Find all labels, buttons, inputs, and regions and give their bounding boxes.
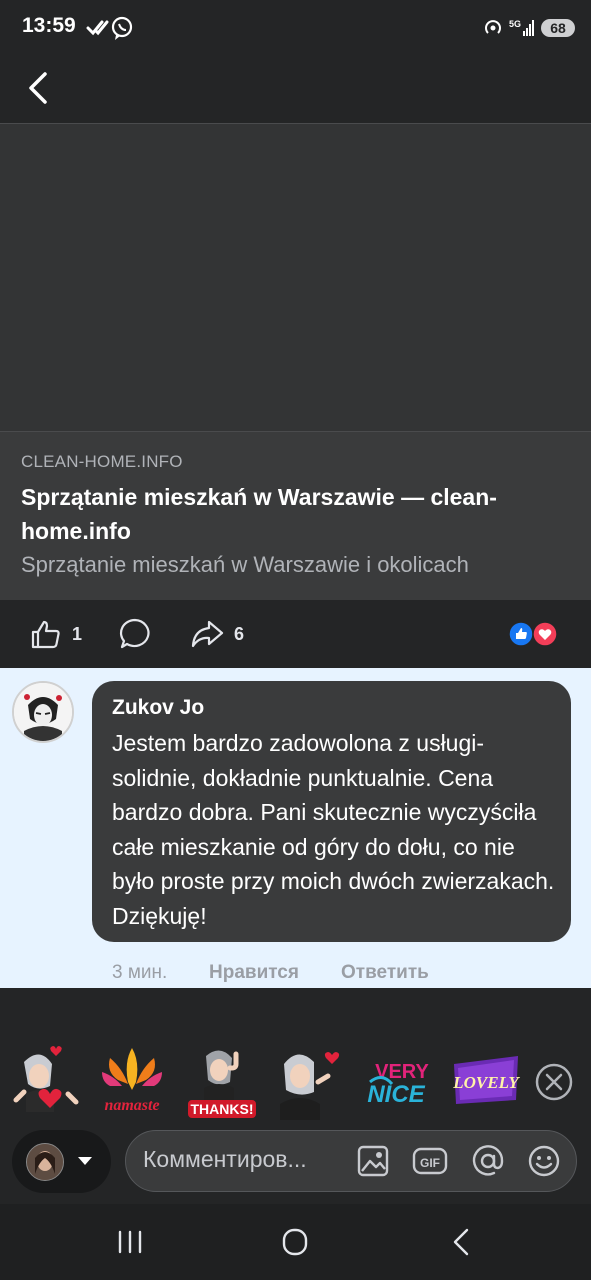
share-arrow-icon bbox=[191, 620, 224, 648]
link-domain: CLEAN-HOME.INFO bbox=[21, 452, 183, 471]
lovely-sticker[interactable]: LOVELY bbox=[450, 1042, 522, 1120]
svg-text:LOVELY: LOVELY bbox=[452, 1073, 520, 1092]
thanks-sticker[interactable]: THANKS! bbox=[186, 1042, 258, 1120]
status-time: 13:59 bbox=[22, 14, 76, 37]
hotspot-icon bbox=[485, 20, 501, 34]
commenter-avatar[interactable] bbox=[12, 681, 74, 743]
thumbs-up-icon bbox=[31, 620, 60, 649]
image-icon bbox=[357, 1145, 389, 1177]
link-title: Sprzątanie mieszkań w Warszawie — clean-… bbox=[21, 484, 497, 544]
share-button[interactable]: 6 bbox=[190, 616, 244, 652]
at-sign-icon bbox=[472, 1145, 504, 1176]
comment-timestamp: 3 мин. bbox=[112, 962, 168, 983]
comment-bubble-icon bbox=[119, 618, 150, 649]
mention-button[interactable] bbox=[470, 1142, 506, 1180]
comment-like-button[interactable]: Нравится bbox=[209, 962, 299, 984]
caret-down-icon bbox=[78, 1157, 92, 1165]
post-actions-bar bbox=[0, 600, 591, 668]
comment-input-placeholder: Комментиров... bbox=[143, 1146, 307, 1172]
link-preview-image[interactable] bbox=[0, 124, 591, 431]
svg-text:GIF: GIF bbox=[420, 1156, 440, 1170]
namaste-sticker[interactable]: namaste bbox=[96, 1042, 168, 1120]
comment-author[interactable]: Zukov Jo bbox=[112, 696, 204, 720]
gif-button[interactable]: GIF bbox=[412, 1142, 448, 1180]
status-system-icons: 5G 68 bbox=[483, 14, 575, 42]
like-reaction-icon bbox=[508, 621, 534, 647]
photo-button[interactable] bbox=[355, 1142, 391, 1180]
recent-apps-icon bbox=[118, 1230, 142, 1254]
smiley-icon bbox=[528, 1145, 560, 1177]
share-count: 6 bbox=[234, 623, 245, 644]
comment-text: Jestem bardzo zadowolona z usługi- solid… bbox=[112, 730, 555, 929]
link-description: Sprzątanie mieszkań w Warszawie i okolic… bbox=[21, 552, 469, 577]
chevron-left-icon bbox=[29, 72, 47, 104]
double-check-icon bbox=[86, 20, 109, 36]
svg-text:5G: 5G bbox=[509, 19, 521, 29]
comment-button[interactable] bbox=[118, 616, 152, 652]
signal-5g-icon: 5G bbox=[509, 19, 534, 36]
reaction-summary[interactable] bbox=[508, 621, 560, 647]
status-notification-icons bbox=[86, 14, 136, 42]
svg-text:namaste: namaste bbox=[104, 1097, 159, 1114]
system-back-button[interactable] bbox=[440, 1224, 484, 1260]
close-circle-icon bbox=[535, 1063, 573, 1101]
composer-avatar bbox=[26, 1143, 64, 1181]
very-nice-sticker[interactable]: VERY NICE bbox=[362, 1042, 434, 1120]
like-count: 1 bbox=[72, 623, 83, 644]
kiss-girl-sticker[interactable] bbox=[272, 1042, 344, 1120]
home-button[interactable] bbox=[273, 1224, 317, 1260]
hearts-girl-sticker[interactable] bbox=[10, 1042, 82, 1120]
svg-text:NICE: NICE bbox=[367, 1081, 425, 1108]
back-button[interactable] bbox=[18, 64, 58, 112]
like-button[interactable]: 1 bbox=[30, 616, 82, 652]
svg-text:THANKS!: THANKS! bbox=[191, 1101, 254, 1117]
back-arrow-icon bbox=[453, 1228, 469, 1256]
svg-text:VERY: VERY bbox=[375, 1061, 429, 1083]
close-stickers-button[interactable] bbox=[534, 1062, 574, 1102]
home-icon bbox=[282, 1228, 308, 1256]
comment-reply-button[interactable]: Ответить bbox=[341, 962, 429, 984]
love-reaction-icon bbox=[532, 621, 558, 647]
emoji-button[interactable] bbox=[526, 1142, 562, 1180]
battery-indicator: 68 bbox=[541, 19, 575, 37]
viber-icon bbox=[111, 16, 133, 40]
gif-icon: GIF bbox=[412, 1147, 448, 1175]
recent-apps-button[interactable] bbox=[108, 1224, 152, 1260]
